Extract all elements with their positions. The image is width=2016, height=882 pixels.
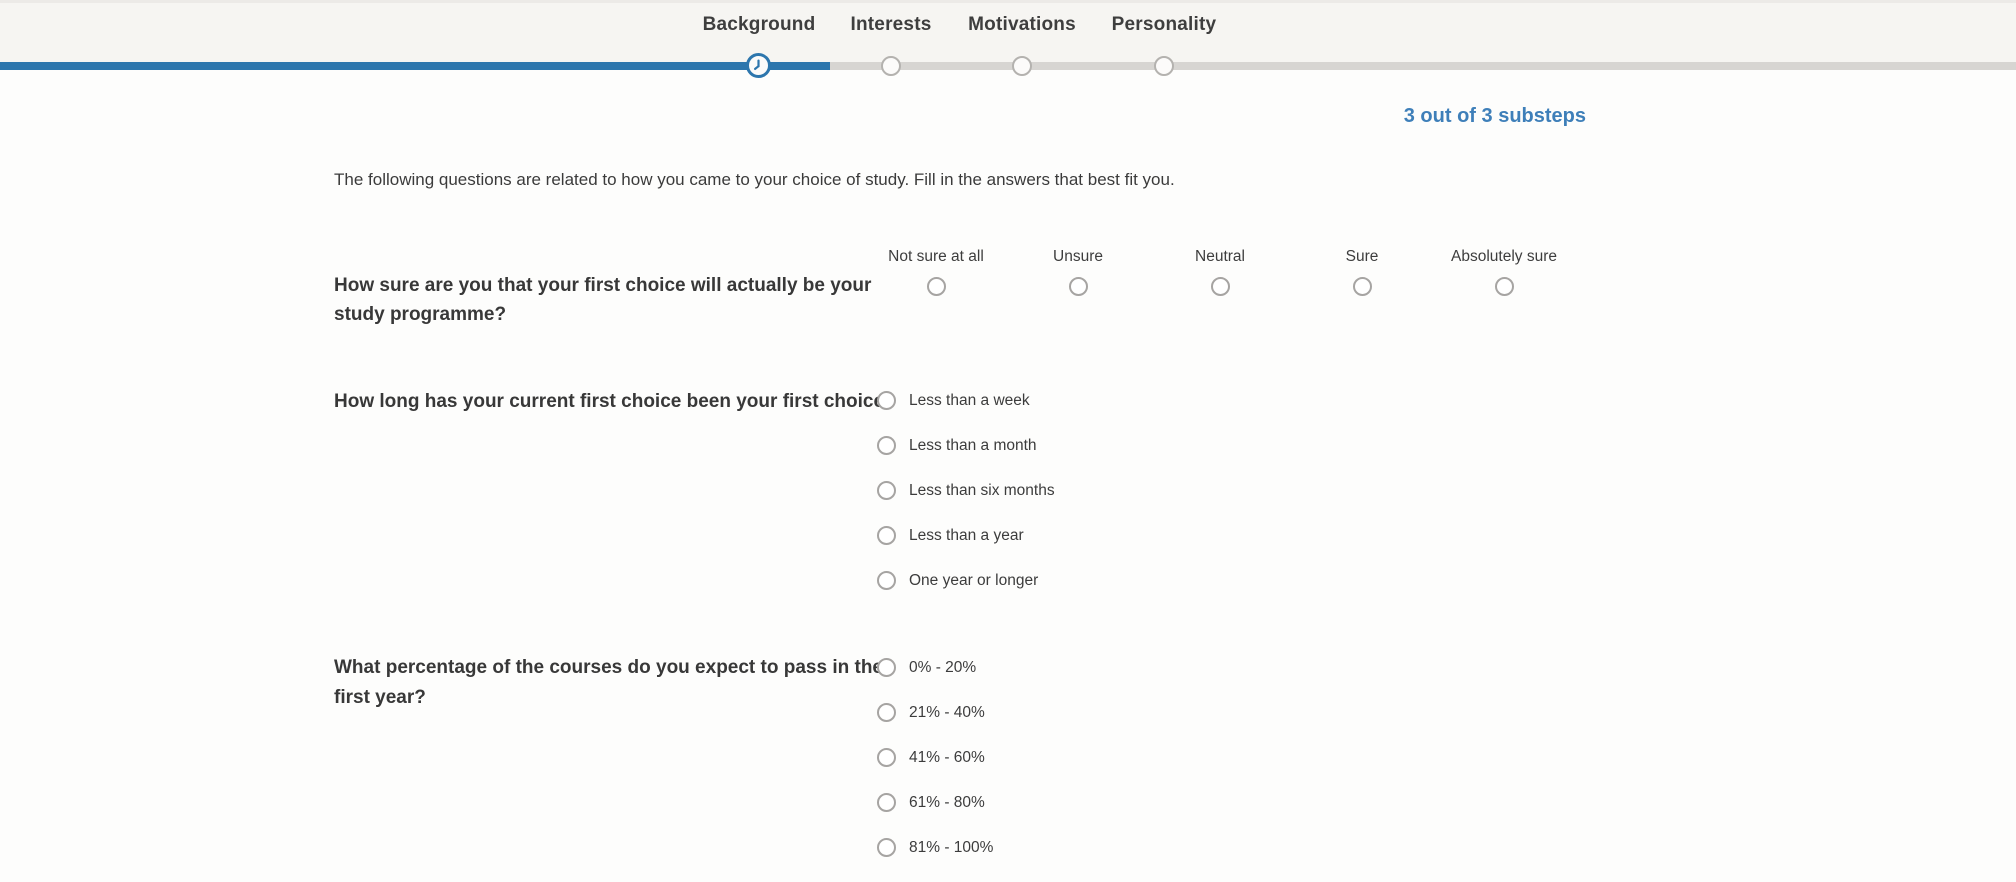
- scale-label: Unsure: [1053, 247, 1103, 266]
- survey-page: Background Interests Motivations Persona…: [0, 0, 2016, 882]
- scale-column: Sure: [1291, 247, 1433, 296]
- progress-track: [0, 62, 2016, 70]
- substeps-counter: 3 out of 3 substeps: [986, 105, 1586, 128]
- option-row[interactable]: 21% - 40%: [877, 703, 993, 722]
- scale-label: Neutral: [1195, 247, 1245, 266]
- question-text-1: How sure are you that your first choice …: [334, 271, 899, 329]
- radio-q3-option-3[interactable]: [877, 748, 896, 767]
- option-row[interactable]: One year or longer: [877, 571, 1055, 590]
- radio-q1-unsure[interactable]: [1069, 277, 1088, 296]
- progress-fill: [0, 62, 830, 70]
- step-circle-personality[interactable]: [1154, 56, 1174, 76]
- radio-q2-option-1[interactable]: [877, 391, 896, 410]
- radio-q2-option-2[interactable]: [877, 436, 896, 455]
- option-label: Less than a week: [909, 391, 1030, 410]
- option-label: 41% - 60%: [909, 748, 985, 767]
- option-row[interactable]: Less than six months: [877, 481, 1055, 500]
- scale-column: Unsure: [1007, 247, 1149, 296]
- clock-icon: [749, 56, 768, 75]
- step-circle-interests[interactable]: [881, 56, 901, 76]
- step-label-personality[interactable]: Personality: [1074, 14, 1254, 36]
- radio-q3-option-5[interactable]: [877, 838, 896, 857]
- option-row[interactable]: 81% - 100%: [877, 838, 993, 857]
- option-label: 21% - 40%: [909, 703, 985, 722]
- option-row[interactable]: 0% - 20%: [877, 658, 993, 677]
- option-label: 0% - 20%: [909, 658, 976, 677]
- option-label: 81% - 100%: [909, 838, 993, 857]
- step-circle-background-active[interactable]: [746, 53, 771, 78]
- radio-q3-option-4[interactable]: [877, 793, 896, 812]
- options-group-q3: 0% - 20% 21% - 40% 41% - 60% 61% - 80% 8…: [877, 658, 993, 882]
- option-row[interactable]: Less than a week: [877, 391, 1055, 410]
- radio-q1-absolutely-sure[interactable]: [1495, 277, 1514, 296]
- option-label: One year or longer: [909, 571, 1038, 590]
- scale-column: Absolutely sure: [1433, 247, 1575, 296]
- radio-q2-option-3[interactable]: [877, 481, 896, 500]
- radio-q2-option-4[interactable]: [877, 526, 896, 545]
- question-text-3: What percentage of the courses do you ex…: [334, 653, 899, 713]
- intro-text: The following questions are related to h…: [334, 170, 1584, 190]
- option-label: Less than six months: [909, 481, 1055, 500]
- radio-q1-sure[interactable]: [1353, 277, 1372, 296]
- option-row[interactable]: Less than a year: [877, 526, 1055, 545]
- scale-label: Absolutely sure: [1451, 247, 1557, 266]
- scale-group-q1: Not sure at all Unsure Neutral Sure Abso…: [865, 247, 1575, 296]
- scale-label: Not sure at all: [888, 247, 984, 266]
- radio-q3-option-1[interactable]: [877, 658, 896, 677]
- radio-q3-option-2[interactable]: [877, 703, 896, 722]
- radio-q2-option-5[interactable]: [877, 571, 896, 590]
- radio-q1-neutral[interactable]: [1211, 277, 1230, 296]
- scale-column: Not sure at all: [865, 247, 1007, 296]
- radio-q1-not-sure-at-all[interactable]: [927, 277, 946, 296]
- option-label: Less than a year: [909, 526, 1024, 545]
- options-group-q2: Less than a week Less than a month Less …: [877, 391, 1055, 616]
- step-circle-motivations[interactable]: [1012, 56, 1032, 76]
- scale-column: Neutral: [1149, 247, 1291, 296]
- option-row[interactable]: 61% - 80%: [877, 793, 993, 812]
- option-row[interactable]: Less than a month: [877, 436, 1055, 455]
- scale-label: Sure: [1346, 247, 1379, 266]
- option-label: 61% - 80%: [909, 793, 985, 812]
- option-row[interactable]: 41% - 60%: [877, 748, 993, 767]
- option-label: Less than a month: [909, 436, 1037, 455]
